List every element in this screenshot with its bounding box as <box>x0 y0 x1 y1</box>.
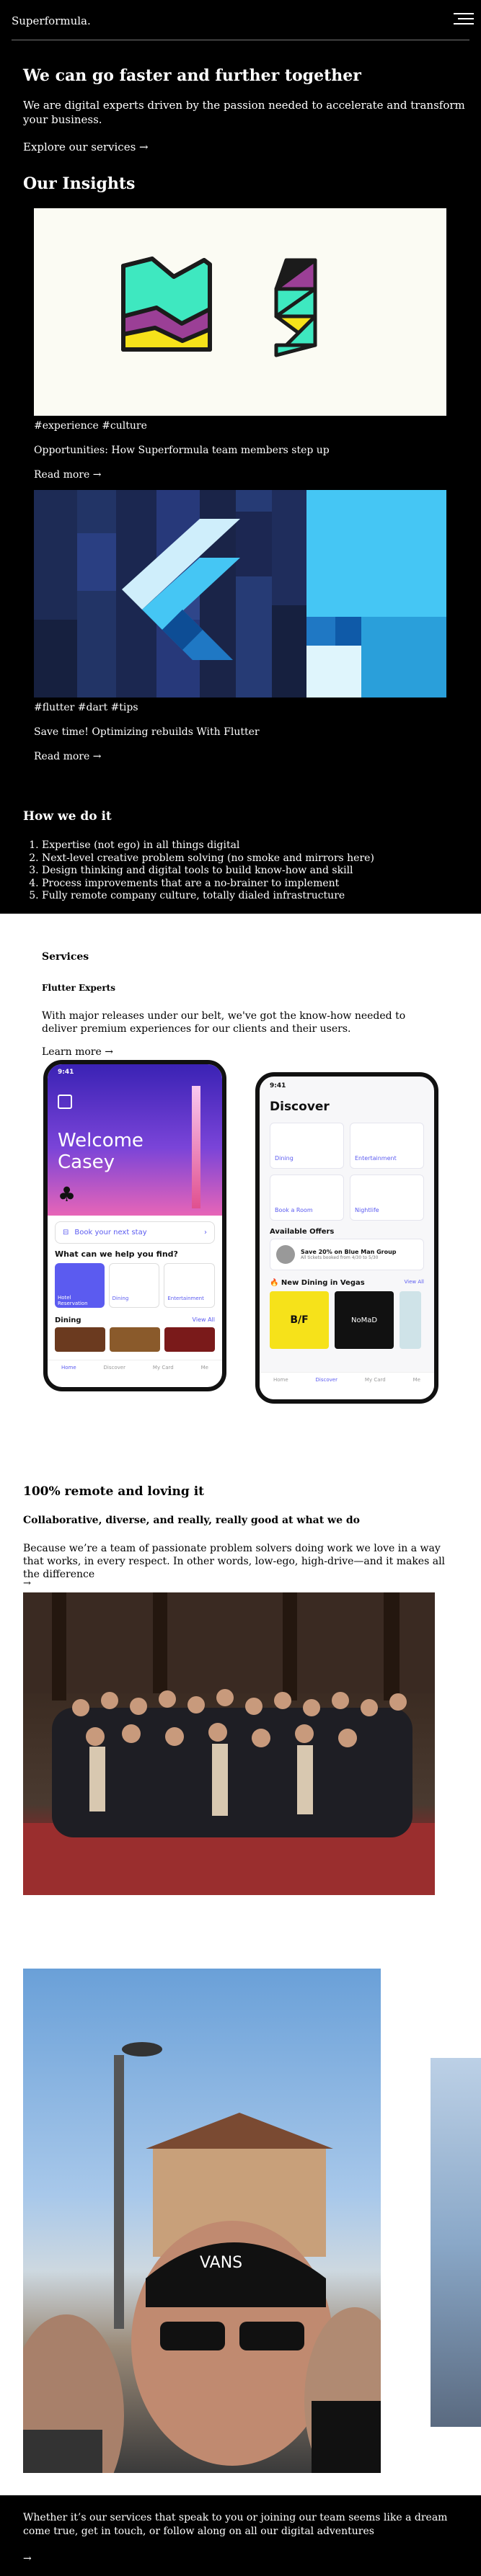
svg-text:VANS: VANS <box>200 2254 242 2272</box>
hero-title: We can go faster and further together <box>23 66 361 85</box>
dining-thumbnail[interactable] <box>55 1327 105 1352</box>
welcome-text: Welcome <box>58 1130 144 1151</box>
book-stay-button[interactable]: ⊟ Book your next stay › <box>55 1221 215 1244</box>
insight-tags: #experience #culture <box>34 420 147 432</box>
services-subtitle: Flutter Experts <box>42 983 115 993</box>
phone-mockup-welcome: 9:41 Welcome Casey ♣ ⊟ Book your next st… <box>43 1060 226 1391</box>
brand-logo-icon <box>58 1095 72 1109</box>
list-item: Process improvements that are a no-brain… <box>42 878 470 891</box>
services-title: Services <box>42 951 89 963</box>
list-item: Expertise (not ego) in all things digita… <box>42 839 470 852</box>
user-name: Casey <box>58 1151 115 1173</box>
palm-tree-icon: ♣ <box>58 1182 76 1206</box>
discover-title: Discover <box>270 1100 330 1114</box>
remote-body: Because we’re a team of passionate probl… <box>23 1543 446 1581</box>
tile-dining[interactable]: Dining <box>270 1123 344 1169</box>
insight-card: #experience #culture Opportunities: How … <box>34 208 446 481</box>
bed-icon: ⊟ <box>63 1229 69 1236</box>
site-header: Superformula. <box>12 0 474 40</box>
restaurant-card[interactable]: NoMaD <box>335 1291 394 1349</box>
arrow-right-icon[interactable]: → <box>23 1578 31 1589</box>
insight-card: #flutter #dart #tips Save time! Optimizi… <box>34 490 446 762</box>
how-title: How we do it <box>23 809 112 824</box>
tile-nightlife[interactable]: Nightlife <box>350 1175 424 1221</box>
tab-me[interactable]: Me <box>201 1365 208 1387</box>
remote-title: 100% remote and loving it <box>23 1484 205 1499</box>
offer-card[interactable]: Save 20% on Blue Man Group All tickets b… <box>270 1239 424 1270</box>
team-selfie-photo: VANS <box>23 1969 381 2473</box>
insight-image-culture[interactable] <box>34 208 446 416</box>
hero-body: We are digital experts driven by the pas… <box>23 99 465 127</box>
tile-book-room[interactable]: Book a Room <box>270 1175 344 1221</box>
footer-text: Whether it’s our services that speak to … <box>23 2512 448 2537</box>
list-item: Design thinking and digital tools to bui… <box>42 865 470 878</box>
arrow-right-icon[interactable]: → <box>23 2553 32 2564</box>
site-logo[interactable]: Superformula. <box>12 14 91 27</box>
offer-title: Save 20% on Blue Man Group <box>301 1249 397 1255</box>
how-list: Expertise (not ego) in all things digita… <box>42 839 470 903</box>
remote-subtitle: Collaborative, diverse, and really, real… <box>23 1515 360 1526</box>
tab-discover[interactable]: Discover <box>316 1377 337 1399</box>
insights-title: Our Insights <box>23 174 136 193</box>
view-all-link[interactable]: View All <box>404 1279 424 1287</box>
insight-image-flutter[interactable] <box>34 490 446 698</box>
category-hotel[interactable]: Hotel Reservation <box>55 1263 105 1308</box>
restaurant-card[interactable] <box>400 1291 421 1349</box>
new-dining-heading: 🔥 New Dining in Vegas <box>270 1279 365 1287</box>
tab-my-card[interactable]: My Card <box>153 1365 174 1387</box>
phone-mockup-discover: 9:41 Discover Dining Entertainment Book … <box>255 1072 438 1404</box>
dining-heading: Dining <box>55 1316 81 1324</box>
insight-title: Opportunities: How Superformula team mem… <box>34 445 330 456</box>
services-body: With major releases under our belt, we'v… <box>42 1010 406 1035</box>
insight-title: Save time! Optimizing rebuilds With Flut… <box>34 726 260 738</box>
help-heading: What can we help you find? <box>55 1249 178 1259</box>
tab-home[interactable]: Home <box>61 1365 76 1387</box>
category-dining[interactable]: Dining <box>108 1263 160 1308</box>
phone-time: 9:41 <box>58 1069 74 1076</box>
tab-bar: Home Discover My Card Me <box>48 1360 222 1387</box>
dining-thumbnail[interactable] <box>164 1327 215 1352</box>
read-more-link[interactable]: Read more → <box>34 469 446 481</box>
how-we-do-it-section: How we do it Expertise (not ego) in all … <box>23 809 470 903</box>
dining-thumbnail[interactable] <box>110 1327 160 1352</box>
footer: Whether it’s our services that speak to … <box>0 2495 481 2576</box>
category-entertainment[interactable]: Entertainment <box>164 1263 216 1308</box>
explore-services-link[interactable]: Explore our services → <box>23 141 470 153</box>
phone-time: 9:41 <box>270 1082 286 1089</box>
remote-section: 100% remote and loving it Collaborative,… <box>0 1469 481 2495</box>
offers-heading: Available Offers <box>270 1228 335 1236</box>
chevron-right-icon: › <box>204 1229 207 1236</box>
list-item: Fully remote company culture, totally di… <box>42 890 470 903</box>
hero-section: We can go faster and further together We… <box>23 66 470 153</box>
list-item: Next-level creative problem solving (no … <box>42 852 470 865</box>
insight-tags: #flutter #dart #tips <box>34 702 138 713</box>
tab-discover[interactable]: Discover <box>104 1365 125 1387</box>
restaurant-card[interactable]: B/F <box>270 1291 329 1349</box>
tower-illustration <box>192 1086 200 1208</box>
tile-entertainment[interactable]: Entertainment <box>350 1123 424 1169</box>
team-photo <box>23 1592 435 1895</box>
tab-me[interactable]: Me <box>413 1377 420 1399</box>
offer-avatar <box>276 1245 295 1264</box>
view-all-link[interactable]: View All <box>193 1316 215 1324</box>
photo-carousel-peek[interactable] <box>431 2058 481 2427</box>
learn-more-link[interactable]: Learn more → <box>42 1046 113 1058</box>
offer-subtitle: All tickets booked from 4/30 to 5/30 <box>301 1255 379 1260</box>
services-section: Services Flutter Experts With major rele… <box>0 914 481 1469</box>
tab-my-card[interactable]: My Card <box>365 1377 386 1399</box>
tab-home[interactable]: Home <box>273 1377 288 1399</box>
tab-bar: Home Discover My Card Me <box>260 1372 434 1399</box>
read-more-link[interactable]: Read more → <box>34 751 446 762</box>
hamburger-menu-icon[interactable] <box>454 13 474 27</box>
